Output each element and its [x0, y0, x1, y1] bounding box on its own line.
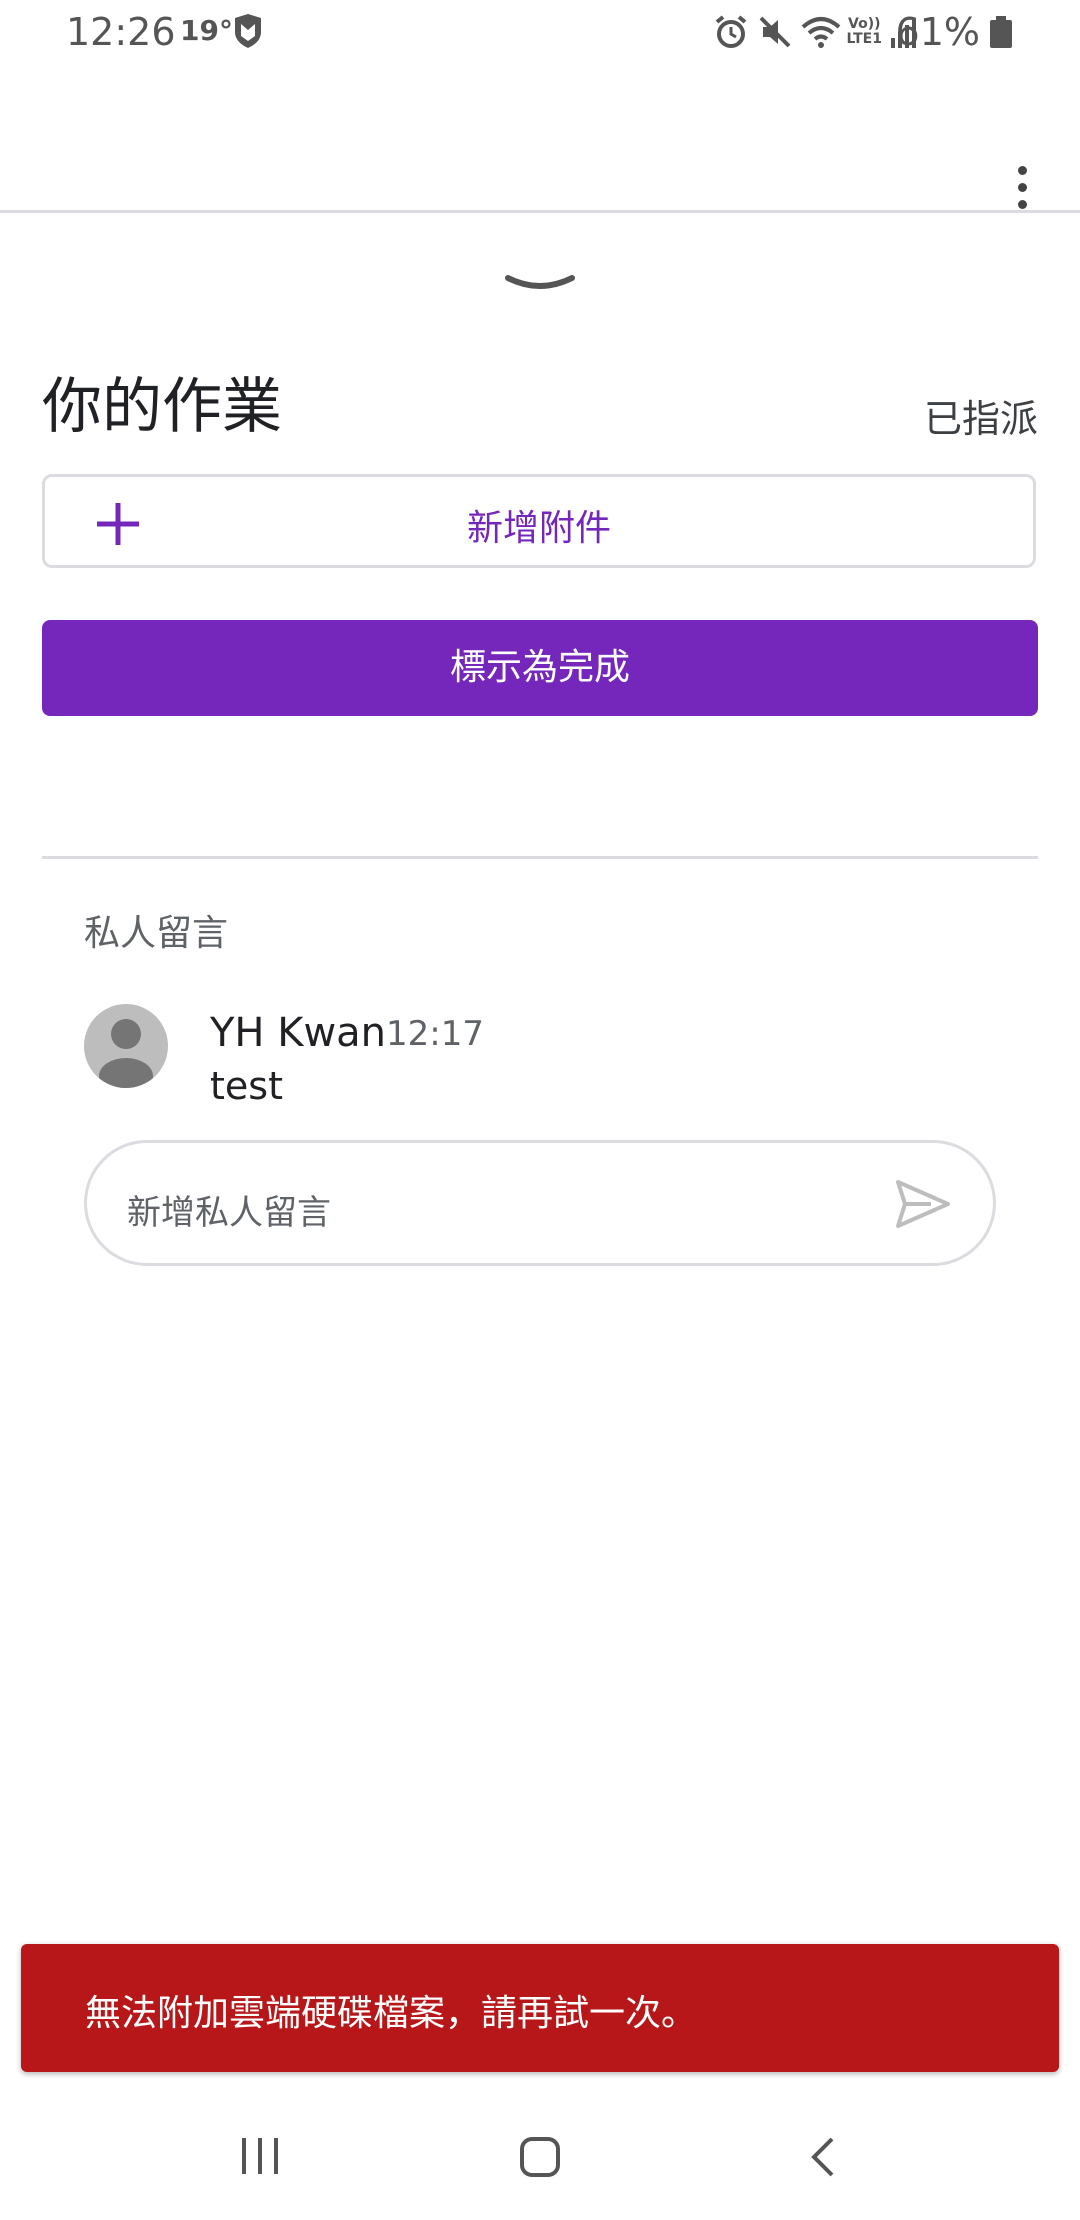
chevron-down-icon[interactable]: [500, 268, 580, 304]
error-snackbar: 無法附加雲端硬碟檔案，請再試一次。: [21, 1944, 1059, 2072]
status-bar: 12:26 19° Vo)) LTE1 61%: [0, 0, 1080, 70]
battery-percent: 61%: [895, 10, 980, 54]
volte-indicator: Vo)) LTE1: [847, 17, 882, 47]
send-icon[interactable]: [895, 1179, 951, 1229]
comment-text: test: [210, 1064, 283, 1108]
private-comments-title: 私人留言: [84, 913, 229, 954]
snackbar-message: 無法附加雲端硬碟檔案，請再試一次。: [85, 1993, 698, 2034]
system-nav-bar: [0, 2092, 1080, 2220]
private-comment-input[interactable]: 新增私人留言: [84, 1140, 996, 1266]
shield-icon: [235, 14, 261, 48]
more-options-button[interactable]: [1002, 112, 1042, 209]
comment-time: 12:17: [386, 1014, 484, 1054]
comment-author: YH Kwan: [210, 1010, 387, 1056]
home-icon[interactable]: [519, 2136, 561, 2178]
recents-icon[interactable]: [240, 2136, 280, 2176]
comment-item: YH Kwan 12:17 test: [84, 1004, 984, 1124]
alarm-icon: [715, 15, 746, 48]
avatar-icon: [84, 1004, 168, 1088]
more-vert-icon: [1018, 166, 1027, 175]
add-attachment-button[interactable]: 新增附件: [42, 474, 1036, 568]
page-title: 你的作業: [42, 372, 282, 442]
mark-as-done-button[interactable]: 標示為完成: [42, 620, 1038, 716]
app-bar: [0, 64, 1080, 213]
volte-bottom-label: LTE1: [846, 31, 882, 47]
status-label: 已指派: [923, 397, 1038, 441]
status-temperature: 19°: [180, 14, 233, 47]
wifi-icon: [801, 17, 840, 48]
divider: [42, 856, 1038, 859]
battery-icon: [990, 16, 1012, 48]
back-icon[interactable]: [808, 2136, 838, 2178]
add-attachment-label: 新增附件: [466, 508, 611, 549]
status-time: 12:26: [66, 10, 176, 54]
mute-icon: [759, 16, 790, 48]
volte-top-label: Vo)): [848, 16, 881, 32]
comment-input-placeholder: 新增私人留言: [127, 1193, 331, 1233]
